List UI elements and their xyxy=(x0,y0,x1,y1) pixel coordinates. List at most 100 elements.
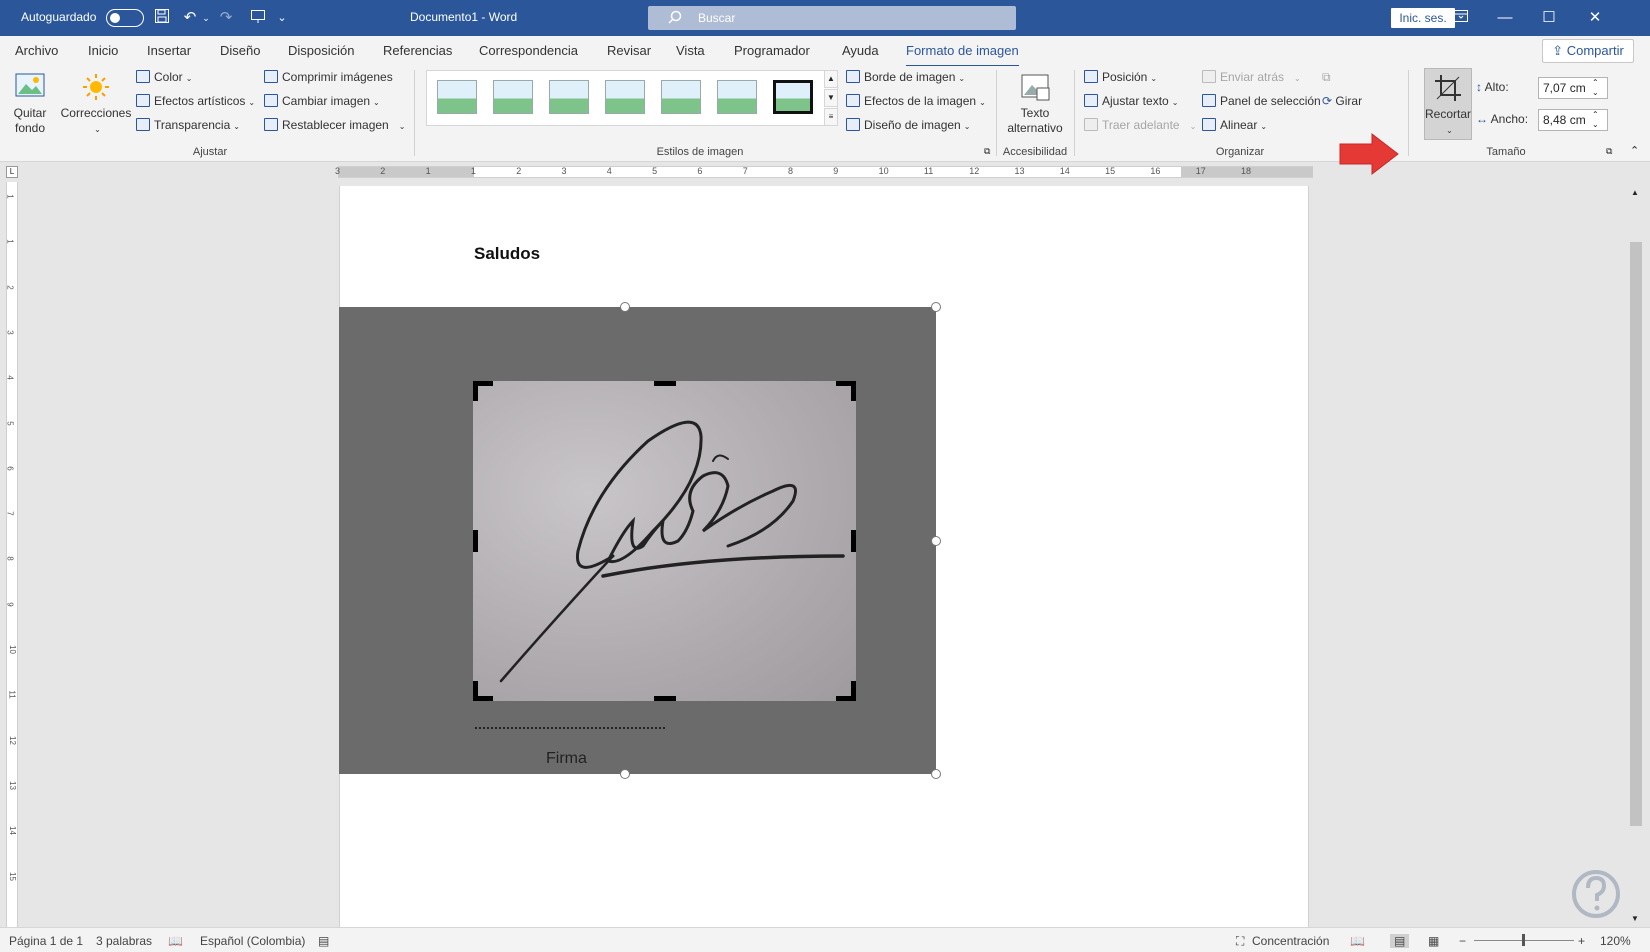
bring-forward-button[interactable]: Traer adelante ⌄ xyxy=(1084,118,1196,132)
alt-text-button[interactable]: Texto alternativo xyxy=(1002,72,1068,136)
resize-handle-right[interactable] xyxy=(931,536,941,546)
tab-programador[interactable]: Programador xyxy=(734,43,810,58)
picture-border-button[interactable]: Borde de imagen ⌄ xyxy=(846,70,965,84)
resize-handle-top[interactable] xyxy=(620,302,630,312)
tab-ayuda[interactable]: Ayuda xyxy=(842,43,879,58)
autosave-toggle[interactable] xyxy=(106,9,144,27)
present-icon[interactable] xyxy=(248,8,268,28)
zoom-slider-thumb[interactable] xyxy=(1522,934,1525,946)
tab-formato-de-imagen[interactable]: Formato de imagen xyxy=(906,43,1019,67)
size-dialog-launcher-icon[interactable]: ⧉ xyxy=(1606,146,1612,157)
accessibility-icon[interactable]: ▤ xyxy=(318,934,329,948)
crop-handle-right[interactable] xyxy=(851,530,856,552)
print-layout-icon[interactable]: ▤ xyxy=(1390,934,1410,948)
artistic-effects-button[interactable]: Efectos artísticos ⌄ xyxy=(136,94,255,108)
resize-handle-bottom[interactable] xyxy=(620,769,630,779)
align-button[interactable]: Alinear ⌄ xyxy=(1202,118,1267,132)
word-count[interactable]: 3 palabras xyxy=(96,934,152,948)
signature-image[interactable] xyxy=(473,381,856,701)
transparency-button[interactable]: Transparencia ⌄ xyxy=(136,118,240,132)
scrollbar-thumb[interactable] xyxy=(1630,242,1642,826)
tab-disposicion[interactable]: Disposición xyxy=(288,43,354,58)
crop-handle-top-right[interactable] xyxy=(851,381,856,401)
scroll-up-icon[interactable]: ▲ xyxy=(1631,188,1639,197)
tab-vista[interactable]: Vista xyxy=(676,43,705,58)
crop-button[interactable]: Recortar ⌄ xyxy=(1424,68,1472,140)
corrections-button[interactable]: Correcciones ⌄ xyxy=(60,72,132,137)
gallery-more-icon[interactable]: ≡ xyxy=(824,108,838,126)
close-icon[interactable]: ✕ xyxy=(1580,5,1610,31)
color-button[interactable]: Color ⌄ xyxy=(136,70,192,84)
bring-forward-icon xyxy=(1084,118,1098,131)
group-label-organizar: Organizar xyxy=(1215,146,1265,158)
scroll-down-icon[interactable]: ▼ xyxy=(1631,914,1639,923)
compress-pictures-button[interactable]: Comprimir imágenes xyxy=(264,70,393,84)
picture-style-thumb[interactable] xyxy=(717,80,757,114)
focus-icon[interactable]: ⛶ xyxy=(1236,934,1244,949)
minimize-icon[interactable]: — xyxy=(1490,5,1520,31)
crop-handle-left[interactable] xyxy=(473,530,478,552)
rotate-button[interactable]: ⟳ Girar xyxy=(1322,94,1362,108)
web-layout-icon[interactable]: ▦ xyxy=(1428,934,1439,948)
collapse-ribbon-icon[interactable]: ⌃ xyxy=(1630,144,1639,157)
signature-line xyxy=(475,727,665,729)
crop-handle-bottom-left[interactable] xyxy=(473,681,478,701)
tab-correspondencia[interactable]: Correspondencia xyxy=(479,43,578,58)
width-spinner-icon[interactable]: ⌃ ⌄ xyxy=(1592,110,1599,130)
picture-style-thumb[interactable] xyxy=(437,80,477,114)
crop-handle-top-left[interactable] xyxy=(473,381,478,401)
signature-caption[interactable]: Firma xyxy=(546,750,587,768)
ruler-number: 3 xyxy=(335,166,341,176)
redo-icon[interactable]: ↷ xyxy=(216,8,236,28)
picture-layout-button[interactable]: Diseño de imagen ⌄ xyxy=(846,118,970,132)
picture-style-thumb[interactable] xyxy=(493,80,533,114)
tab-selector-icon[interactable]: L xyxy=(6,166,18,178)
undo-dropdown-icon[interactable]: ⌄ xyxy=(196,8,216,28)
save-icon[interactable] xyxy=(152,8,172,28)
width-icon: ↔ xyxy=(1476,112,1488,126)
gallery-scroll-up-icon[interactable]: ▲ xyxy=(824,70,838,88)
position-button[interactable]: Posición ⌄ xyxy=(1084,70,1157,84)
tab-diseno[interactable]: Diseño xyxy=(220,43,260,58)
change-picture-button[interactable]: Cambiar imagen ⌄ xyxy=(264,94,380,108)
wrap-text-button[interactable]: Ajustar texto ⌄ xyxy=(1084,94,1178,108)
search-box[interactable]: Buscar xyxy=(648,6,1016,30)
read-mode-icon[interactable]: 📖 xyxy=(1350,934,1365,948)
send-backward-button[interactable]: Enviar atrás ⌄ xyxy=(1202,70,1301,84)
picture-style-thumb[interactable] xyxy=(661,80,701,114)
gallery-scroll-down-icon[interactable]: ▼ xyxy=(824,89,838,107)
resize-handle-top-right[interactable] xyxy=(931,302,941,312)
picture-effects-button[interactable]: Efectos de la imagen ⌄ xyxy=(846,94,986,108)
tab-referencias[interactable]: Referencias xyxy=(383,43,452,58)
vertical-scrollbar[interactable]: ▲ ▼ xyxy=(1628,186,1644,927)
language-status[interactable]: Español (Colombia) xyxy=(200,934,305,948)
picture-style-thumb[interactable] xyxy=(549,80,589,114)
ribbon-display-icon[interactable] xyxy=(1446,5,1476,31)
resize-handle-bottom-right[interactable] xyxy=(931,769,941,779)
height-spinner-icon[interactable]: ⌃ ⌄ xyxy=(1592,78,1599,98)
share-button[interactable]: ⇪ Compartir xyxy=(1542,39,1634,63)
tab-insertar[interactable]: Insertar xyxy=(147,43,191,58)
crop-handle-bottom[interactable] xyxy=(654,696,676,701)
document-heading[interactable]: Saludos xyxy=(474,244,540,264)
crop-handle-bottom-right[interactable] xyxy=(851,681,856,701)
zoom-out-icon[interactable]: − xyxy=(1459,934,1466,948)
zoom-in-icon[interactable]: + xyxy=(1578,934,1585,948)
tab-revisar[interactable]: Revisar xyxy=(607,43,651,58)
reset-picture-button[interactable]: Restablecer imagen ⌄ xyxy=(264,118,405,132)
focus-mode-button[interactable]: Concentración xyxy=(1252,934,1329,948)
zoom-level[interactable]: 120% xyxy=(1600,934,1631,948)
customize-toolbar-icon[interactable]: ⌄ xyxy=(272,8,292,28)
crop-handle-top[interactable] xyxy=(654,381,676,386)
selection-pane-button[interactable]: Panel de selección xyxy=(1202,94,1321,108)
proofing-icon[interactable]: 📖 xyxy=(168,934,183,948)
dialog-launcher-icon[interactable]: ⧉ xyxy=(984,146,990,157)
remove-background-button[interactable]: Quitar fondo xyxy=(8,72,52,136)
picture-style-thumb[interactable] xyxy=(605,80,645,114)
picture-style-thumb[interactable] xyxy=(773,80,813,114)
tab-archivo[interactable]: Archivo xyxy=(15,43,58,58)
maximize-icon[interactable]: ☐ xyxy=(1534,5,1564,31)
page-count[interactable]: Página 1 de 1 xyxy=(9,934,83,948)
group-objects-icon[interactable]: ⧉ xyxy=(1322,70,1331,85)
tab-inicio[interactable]: Inicio xyxy=(88,43,118,58)
